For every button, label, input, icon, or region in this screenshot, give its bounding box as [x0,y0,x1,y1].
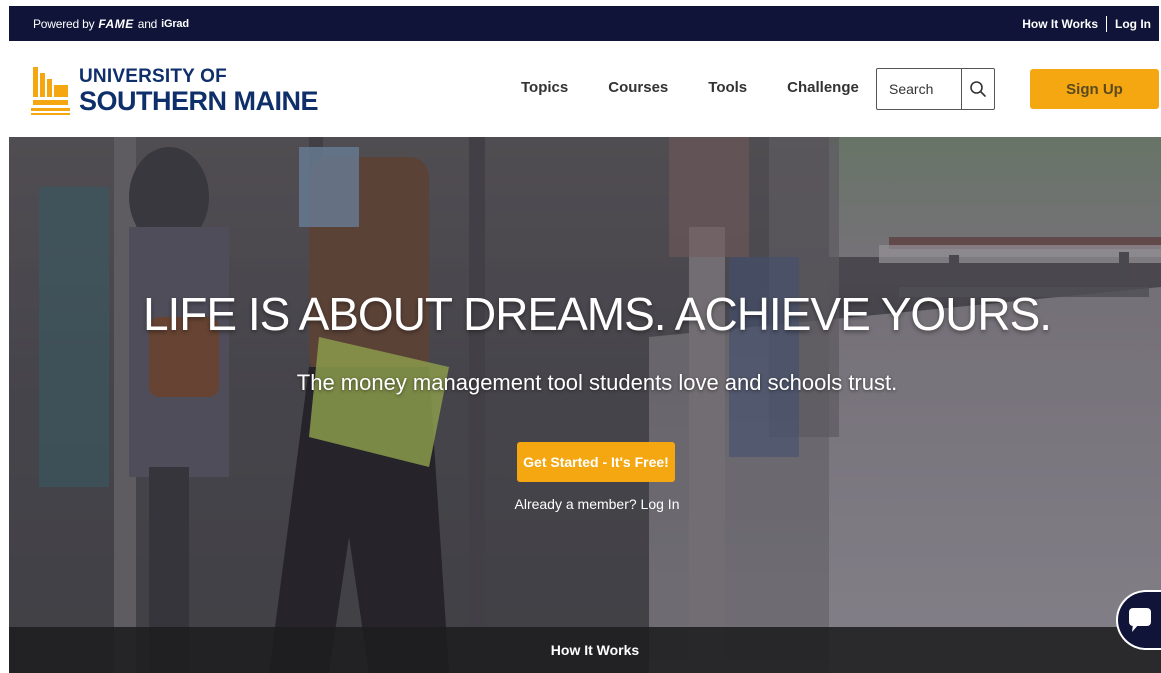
hero-background-image [9,137,1161,673]
logo-line-2: SOUTHERN MAINE [79,86,319,116]
hero-section: LIFE IS ABOUT DREAMS. ACHIEVE YOURS. The… [9,137,1161,673]
top-bar: Powered by FAME and iGrad How It Works L… [9,6,1159,41]
logo-text: UNIVERSITY OF SOUTHERN MAINE [79,66,319,116]
nav-challenge[interactable]: Challenge [787,79,859,96]
top-how-it-works-link[interactable]: How It Works [1022,17,1098,31]
search-button[interactable] [961,69,994,109]
top-link-divider [1106,15,1107,32]
hero-title: LIFE IS ABOUT DREAMS. ACHIEVE YOURS. [142,288,1052,340]
member-login-link[interactable]: Already a member? Log In [515,496,680,512]
how-it-works-link[interactable]: How It Works [551,642,639,658]
powered-by-label: Powered by [33,16,95,31]
powered-by: Powered by FAME and iGrad [33,17,189,31]
top-links: How It Works Log In [1022,15,1151,32]
igrad-logo: iGrad [161,17,189,30]
nav-tools[interactable]: Tools [708,79,747,96]
powered-by-and: and [137,16,158,31]
hero-subtitle: The money management tool students love … [296,370,898,395]
main-nav: Topics Courses Tools Challenge [521,79,859,96]
search-box [876,68,995,110]
nav-topics[interactable]: Topics [521,79,568,96]
logo-line-1: UNIVERSITY OF [79,66,227,87]
top-log-in-link[interactable]: Log In [1115,17,1151,31]
member-login-text: Already a member? Log In [9,496,1161,512]
site-logo[interactable]: UNIVERSITY OF SOUTHERN MAINE [31,63,319,119]
fame-logo: FAME [98,16,134,31]
nav-courses[interactable]: Courses [608,79,668,96]
page: Powered by FAME and iGrad How It Works L… [0,0,1161,673]
how-it-works-bar: How It Works [9,627,1161,673]
search-input[interactable] [877,69,961,109]
chat-icon [1129,608,1151,632]
search-icon [970,81,986,97]
sign-up-button[interactable]: Sign Up [1030,69,1159,109]
site-header: UNIVERSITY OF SOUTHERN MAINE Topics Cour… [9,41,1159,137]
get-started-button[interactable]: Get Started - It's Free! [517,442,675,482]
usm-logo-icon [31,67,70,115]
